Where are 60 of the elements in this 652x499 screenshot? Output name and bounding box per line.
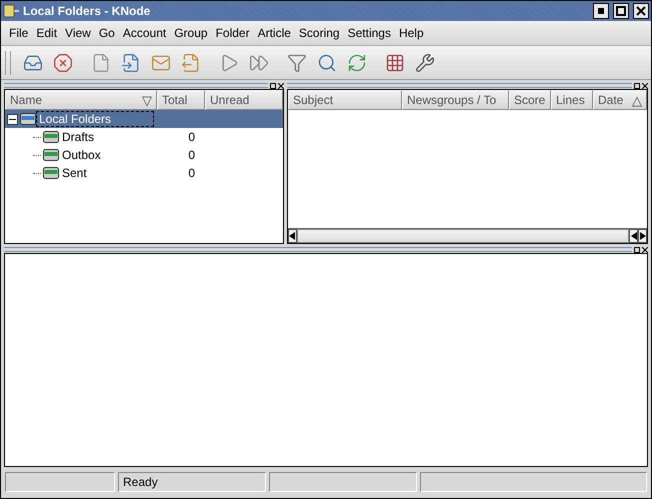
app-icon <box>3 3 19 19</box>
page-icon <box>91 52 111 72</box>
close-icon[interactable] <box>278 82 284 88</box>
column-header[interactable]: Unread <box>205 90 283 110</box>
column-header[interactable]: Subject <box>288 90 402 110</box>
stop-icon <box>53 52 73 72</box>
window-title: Local Folders - KNode <box>23 4 152 18</box>
refresh-icon <box>347 52 367 72</box>
minimize-icon <box>598 8 604 14</box>
menu-item[interactable]: Group <box>170 26 212 40</box>
menu-item[interactable]: Edit <box>32 26 62 40</box>
sort-indicator: ▽ <box>142 92 152 108</box>
column-header[interactable]: Date △ <box>593 90 647 110</box>
wrench-icon <box>415 52 435 72</box>
maximize-icon <box>616 6 626 16</box>
close-icon[interactable] <box>642 82 648 88</box>
menu-item[interactable]: Go <box>94 26 119 40</box>
folder-name[interactable]: Outbox <box>59 147 165 163</box>
column-header[interactable]: Total <box>157 90 205 110</box>
folder-name[interactable]: Local Folders <box>36 111 154 127</box>
menu-item[interactable]: Article <box>254 26 295 40</box>
folder-icon <box>43 130 59 144</box>
column-header[interactable]: Newsgroups / To <box>402 90 509 110</box>
maximize-button[interactable] <box>613 3 629 19</box>
sort-indicator: △ <box>632 92 642 108</box>
menu-item[interactable]: Scoring <box>294 26 344 40</box>
page-arrow-icon <box>121 52 141 72</box>
fast-forward-icon <box>249 52 269 72</box>
search-icon <box>317 52 337 72</box>
folder-icon <box>20 112 36 126</box>
minimize-button[interactable] <box>593 3 609 19</box>
inbox-icon <box>23 52 43 72</box>
collapse-icon[interactable] <box>7 114 18 124</box>
folder-name[interactable]: Sent <box>59 165 165 181</box>
filter-icon <box>287 52 307 72</box>
grid-icon <box>385 52 405 72</box>
folder-name[interactable]: Drafts <box>59 129 165 145</box>
column-header[interactable]: Score <box>509 90 551 110</box>
close-icon <box>636 6 646 16</box>
page-arrow-icon <box>181 52 201 72</box>
folder-icon <box>43 148 59 162</box>
menu-item[interactable]: Account <box>118 26 170 40</box>
total-count: 0 <box>187 148 195 162</box>
menu-item[interactable]: File <box>5 26 32 40</box>
undock-icon[interactable] <box>634 82 640 88</box>
total-count: 0 <box>187 166 195 180</box>
column-header[interactable]: Lines <box>551 90 593 110</box>
menu-item[interactable]: Settings <box>344 26 395 40</box>
menu-item[interactable]: Folder <box>212 26 254 40</box>
menu-item[interactable]: Help <box>394 26 428 40</box>
close-button[interactable] <box>633 3 649 19</box>
total-count: 0 <box>187 130 195 144</box>
undock-icon[interactable] <box>270 82 276 88</box>
horizontal-scrollbar[interactable] <box>288 228 647 243</box>
column-header[interactable]: Name ▽ <box>5 90 157 110</box>
close-icon[interactable] <box>642 246 648 252</box>
status-message: Ready <box>118 472 266 492</box>
folder-icon <box>43 166 59 180</box>
undock-icon[interactable] <box>634 246 640 252</box>
menu-item[interactable]: View <box>61 26 95 40</box>
